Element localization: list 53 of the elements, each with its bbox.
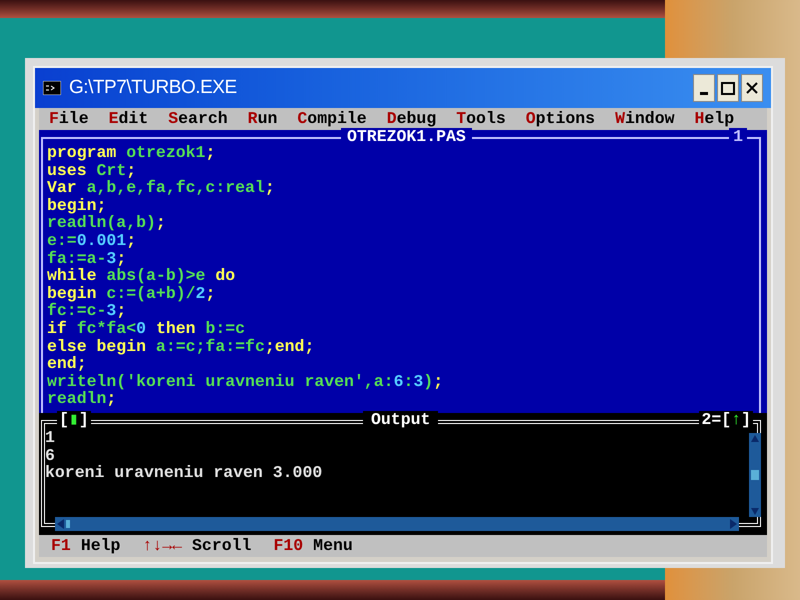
menu-item[interactable]: Options <box>526 110 596 128</box>
menu-item[interactable]: Window <box>615 110 674 128</box>
shortcut-key: F10 <box>273 537 304 555</box>
output-line: 6 <box>45 446 55 464</box>
code-line: begin; <box>47 196 106 214</box>
window-title: G:\TP7\TURBO.EXE <box>69 76 237 100</box>
menu-item[interactable]: Debug <box>386 110 436 128</box>
maximize-button[interactable] <box>717 74 739 102</box>
output-title: Output <box>363 411 438 429</box>
shortcut-label: Help <box>80 537 120 555</box>
code-line: Var a,b,e,fa,fc,c:real; <box>47 179 275 197</box>
code-line: writeln('koreni uravneniu raven',a:6:3); <box>47 372 444 390</box>
scroll-thumb-icon <box>751 470 759 480</box>
code-line: if fc*fa<0 then b:=c <box>47 320 246 338</box>
shortcut-key: ↑↓→← <box>142 537 182 555</box>
console-icon <box>43 81 61 95</box>
left-arrow-icon <box>57 519 71 529</box>
code-line: readln(a,b); <box>47 214 166 232</box>
right-arrow-icon <box>730 519 737 529</box>
menu-item[interactable]: Edit <box>108 110 148 128</box>
code-line: program otrezok1; <box>47 144 216 162</box>
horizontal-scrollbar[interactable] <box>55 517 739 531</box>
up-arrow-icon <box>751 435 759 442</box>
menu-item[interactable]: Search <box>168 110 228 128</box>
code-line: uses Crt; <box>47 162 136 180</box>
close-button[interactable] <box>741 74 763 102</box>
shortcut-label: Scroll <box>192 537 252 555</box>
down-arrow-icon <box>751 508 759 515</box>
minimize-icon <box>700 92 708 95</box>
close-box[interactable]: [▮] <box>57 411 91 429</box>
shortcut-label: Menu <box>313 537 353 555</box>
output-line: koreni uravneniu raven 3.000 <box>45 464 322 482</box>
minimize-button[interactable] <box>693 74 715 102</box>
vertical-scrollbar[interactable] <box>749 433 761 517</box>
code-line: e:=0.001; <box>47 232 136 250</box>
code-line: begin c:=(a+b)/2; <box>47 284 216 302</box>
code-line: readln; <box>47 390 116 408</box>
output-line: 1 <box>45 429 55 447</box>
shortcut-key: F1 <box>51 537 71 555</box>
menu-item[interactable]: Tools <box>456 110 506 128</box>
window-number: 2= <box>701 411 722 429</box>
maximize-icon <box>721 82 735 94</box>
code-line: while abs(a-b)>e do <box>47 267 236 285</box>
code-line: else begin a:=c;fa:=fc;end; <box>47 338 314 356</box>
menu-item[interactable]: Run <box>248 110 278 128</box>
menu-item[interactable]: Help <box>694 110 734 128</box>
menu-item[interactable]: File <box>49 110 89 128</box>
close-icon <box>746 82 758 94</box>
code-line: fa:=a-3; <box>47 250 126 268</box>
code-line: fc:=c-3; <box>47 302 126 320</box>
menu-item[interactable]: Compile <box>297 110 367 128</box>
code-line: end; <box>47 355 87 373</box>
zoom-box[interactable]: [↑] <box>721 411 751 429</box>
